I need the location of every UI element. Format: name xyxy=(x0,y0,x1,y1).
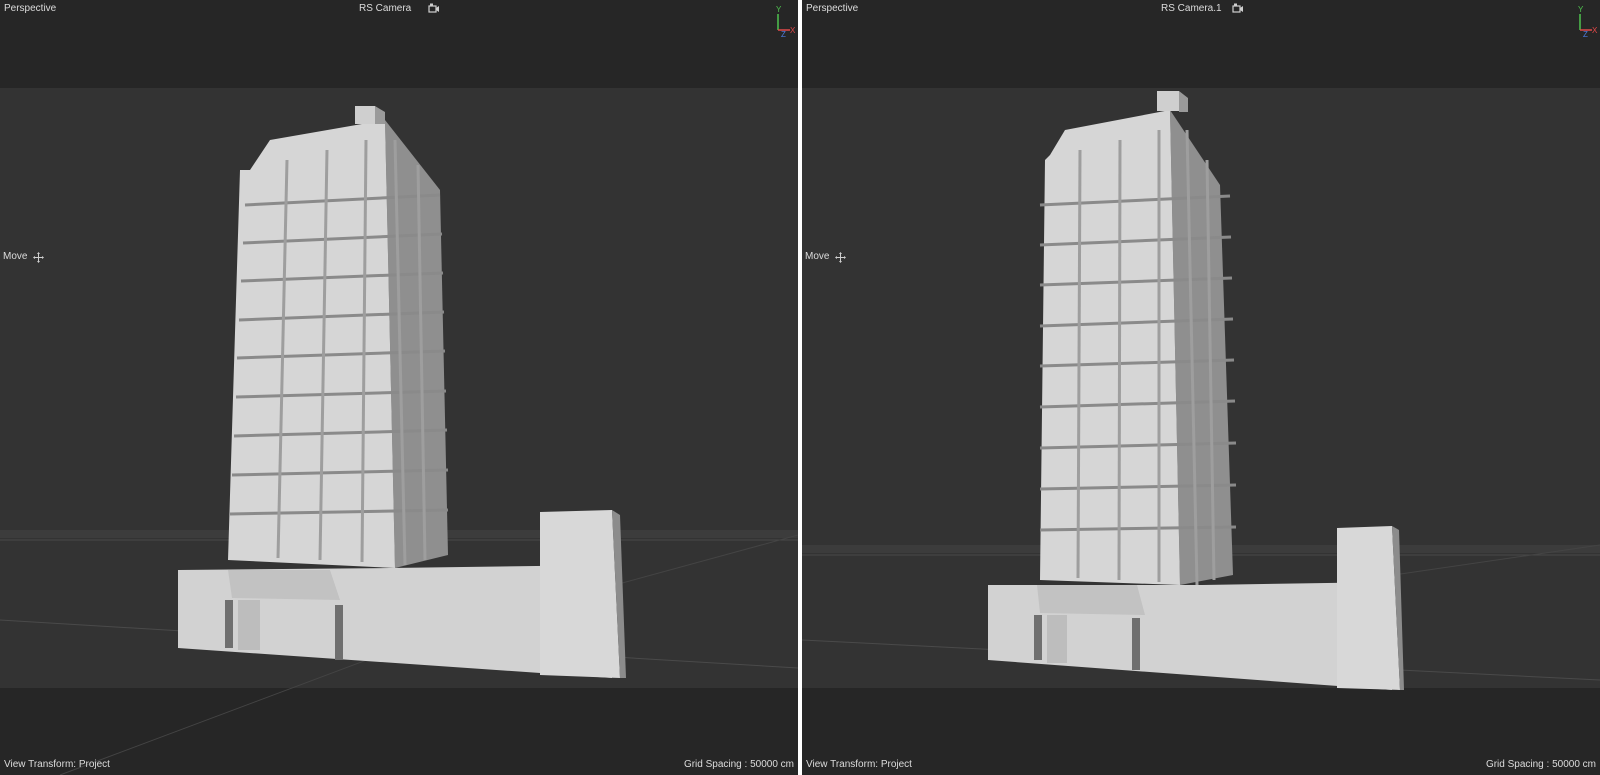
axis-y-label: Y xyxy=(1578,5,1584,14)
viewport-scene-right[interactable] xyxy=(802,0,1600,775)
axis-x-label: X xyxy=(1592,26,1598,35)
view-name-label[interactable]: Perspective xyxy=(806,3,858,15)
grid-spacing-label: Grid Spacing : 50000 cm xyxy=(1485,759,1596,770)
view-name-label[interactable]: Perspective xyxy=(4,3,56,15)
camera-name-label[interactable]: RS Camera xyxy=(359,3,411,15)
view-transform-label: View Transform: Project xyxy=(806,759,912,770)
move-icon xyxy=(33,251,45,263)
camera-icon[interactable] xyxy=(1232,3,1244,14)
viewport-scene-left[interactable] xyxy=(0,0,798,775)
axis-y-label: Y xyxy=(776,5,782,14)
axis-z-label: Z xyxy=(781,30,786,38)
viewport-right[interactable]: Perspective RS Camera.1 Move Y X Z View … xyxy=(802,0,1600,775)
move-tool[interactable]: Move xyxy=(3,251,45,263)
move-tool-label: Move xyxy=(3,251,28,262)
move-tool[interactable]: Move xyxy=(805,251,847,263)
move-icon xyxy=(835,251,847,263)
axis-x-label: X xyxy=(790,26,796,35)
move-tool-label: Move xyxy=(805,251,830,262)
grid-spacing-label: Grid Spacing : 50000 cm xyxy=(683,759,794,770)
viewport-left[interactable]: Perspective RS Camera Move Y X Z View Tr… xyxy=(0,0,798,775)
axis-z-label: Z xyxy=(1583,30,1588,38)
axis-gizmo-icon: Y X Z xyxy=(776,5,796,38)
camera-name-label[interactable]: RS Camera.1 xyxy=(1161,3,1222,15)
view-transform-label: View Transform: Project xyxy=(4,759,110,770)
axis-gizmo-icon: Y X Z xyxy=(1578,5,1598,38)
camera-icon[interactable] xyxy=(428,3,440,14)
